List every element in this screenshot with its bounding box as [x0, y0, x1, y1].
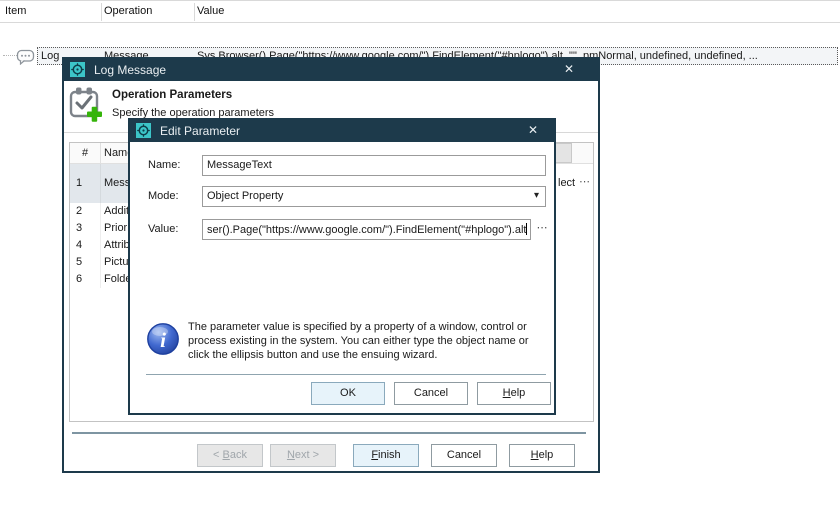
- close-icon[interactable]: ✕: [524, 123, 542, 139]
- row-number: 2: [70, 203, 101, 220]
- row-number: 6: [70, 271, 101, 288]
- col-header-value[interactable]: Value: [197, 5, 224, 17]
- screen: Item Operation Value Log Message Sys.Bro…: [0, 0, 840, 505]
- cancel-button[interactable]: Cancel: [431, 444, 497, 467]
- info-message: The parameter value is specified by a pr…: [188, 320, 544, 362]
- ok-button[interactable]: OK: [311, 382, 385, 405]
- row-number: 4: [70, 237, 101, 254]
- log-message-icon: [16, 49, 36, 65]
- grid-header-row: Item Operation Value: [0, 1, 840, 23]
- row-number: 1: [70, 164, 101, 203]
- svg-text:i: i: [160, 328, 166, 352]
- cell-item[interactable]: Log: [41, 50, 59, 62]
- buttons-divider: [146, 374, 546, 375]
- edit-parameter-dialog: Edit Parameter ✕ Name: MessageText Mode:…: [128, 118, 556, 415]
- dialog-title: Log Message: [94, 63, 166, 77]
- close-icon[interactable]: ✕: [560, 62, 578, 78]
- tree-branch-line: [3, 55, 17, 56]
- info-icon: i: [146, 322, 180, 356]
- log-dialog-titlebar[interactable]: Log Message ✕: [64, 59, 598, 81]
- cancel-button[interactable]: Cancel: [394, 382, 468, 405]
- text-caret: [526, 223, 527, 235]
- mode-label: Mode:: [148, 190, 179, 202]
- col-header-item[interactable]: Item: [5, 5, 26, 17]
- value-input[interactable]: ser().Page("https://www.google.com/").Fi…: [202, 219, 531, 240]
- mode-select[interactable]: Object Property ▾: [202, 186, 546, 207]
- row-number: 5: [70, 254, 101, 271]
- buttons-divider: [72, 432, 586, 434]
- keyword-test-grid: Item Operation Value Log Message Sys.Bro…: [0, 0, 840, 42]
- name-input[interactable]: MessageText: [202, 155, 546, 176]
- value-label: Value:: [148, 223, 178, 235]
- finish-button[interactable]: Finish: [353, 444, 419, 467]
- ellipsis-button[interactable]: ⋯: [533, 219, 551, 240]
- chevron-down-icon[interactable]: ▾: [534, 190, 539, 201]
- dialog-title: Edit Parameter: [160, 124, 240, 138]
- name-label: Name:: [148, 159, 180, 171]
- edit-dialog-titlebar[interactable]: Edit Parameter ✕: [130, 120, 554, 142]
- help-button[interactable]: Help: [509, 444, 575, 467]
- col-header-number[interactable]: #: [70, 143, 101, 164]
- back-button[interactable]: < Back: [197, 444, 263, 467]
- testcomplete-gear-icon: [136, 123, 151, 138]
- row-number: 3: [70, 220, 101, 237]
- value-text-fragment: lect: [558, 177, 575, 189]
- help-button[interactable]: Help: [477, 382, 551, 405]
- column-divider[interactable]: [194, 3, 195, 21]
- col-header-operation[interactable]: Operation: [104, 5, 152, 17]
- testcomplete-gear-icon: [70, 62, 85, 77]
- wizard-page-title: Operation Parameters: [112, 89, 232, 101]
- grid-row-log[interactable]: Log Message Sys.Browser().Page("https://…: [0, 24, 840, 42]
- cell-ellipsis-button[interactable]: ⋯: [579, 175, 590, 188]
- operation-parameters-icon: [68, 85, 102, 123]
- next-button[interactable]: Next >: [270, 444, 336, 467]
- column-divider[interactable]: [101, 3, 102, 21]
